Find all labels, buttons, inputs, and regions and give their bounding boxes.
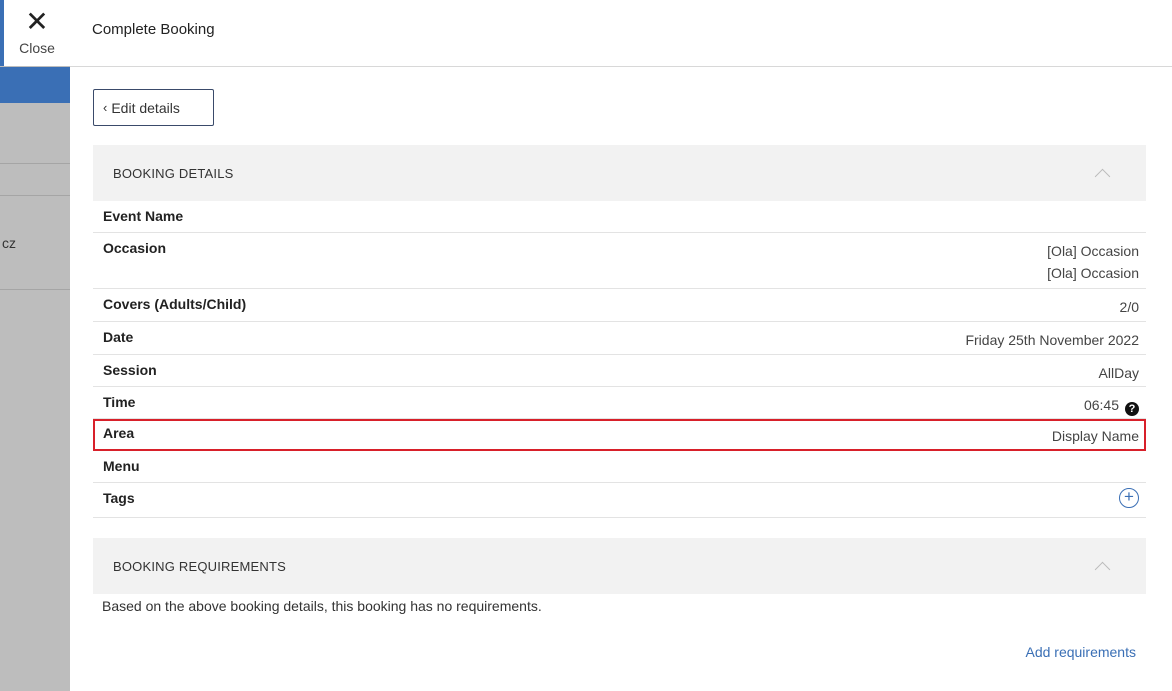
chevron-up-icon — [1094, 561, 1111, 577]
background-selected-row — [0, 67, 70, 103]
occasion-value-1: [Ola] Occasion — [1047, 243, 1139, 259]
detail-value: Display Name — [1051, 428, 1139, 444]
detail-value: 2/0 — [1119, 299, 1139, 315]
detail-row-covers: Covers (Adults/Child) 2/0 — [93, 289, 1146, 322]
background-divider — [0, 195, 70, 196]
detail-row-area: Area Display Name — [93, 419, 1146, 451]
detail-row-session: Session AllDay — [93, 355, 1146, 387]
add-requirements-link[interactable]: Add requirements — [1025, 644, 1136, 660]
detail-value: [Ola] Occasion [Ola] Occasion — [1047, 240, 1139, 284]
detail-label: Area — [103, 425, 135, 441]
background-divider — [0, 163, 70, 164]
detail-label: Covers (Adults/Child) — [103, 296, 247, 312]
booking-details-title: BOOKING DETAILS — [113, 165, 234, 181]
booking-panel: ‹ Edit details BOOKING DETAILS Event Nam… — [70, 67, 1172, 691]
add-tag-plus-icon[interactable]: + — [1119, 488, 1139, 508]
detail-value: Friday 25th November 2022 — [965, 332, 1139, 348]
detail-value: 06:45? — [1084, 394, 1139, 416]
background-text: cz — [2, 235, 16, 251]
time-value: 06:45 — [1083, 397, 1119, 413]
close-button[interactable]: ✕ Close — [0, 0, 70, 66]
detail-row-tags: Tags + — [93, 483, 1146, 518]
close-label: Close — [19, 40, 55, 56]
question-circle-icon[interactable]: ? — [1125, 402, 1139, 416]
occasion-value-2: [Ola] Occasion — [1047, 265, 1139, 281]
background-divider — [0, 289, 70, 290]
detail-row-time: Time 06:45? — [93, 387, 1146, 419]
detail-row-date: Date Friday 25th November 2022 — [93, 322, 1146, 355]
requirements-message: Based on the above booking details, this… — [102, 598, 542, 614]
detail-label: Tags — [103, 490, 135, 506]
dialog-title: Complete Booking — [92, 21, 215, 38]
detail-label: Time — [103, 394, 136, 410]
detail-row-event-name: Event Name — [93, 201, 1146, 233]
detail-label: Session — [103, 362, 157, 378]
chevron-up-icon — [1094, 168, 1111, 184]
chevron-left-icon: ‹ — [103, 100, 108, 115]
detail-label: Event Name — [103, 208, 184, 224]
detail-label: Date — [103, 329, 134, 345]
detail-row-menu: Menu — [93, 451, 1146, 483]
booking-requirements-header[interactable]: BOOKING REQUIREMENTS — [93, 538, 1146, 594]
detail-row-occasion: Occasion [Ola] Occasion [Ola] Occasion — [93, 233, 1146, 289]
booking-requirements-title: BOOKING REQUIREMENTS — [113, 558, 287, 574]
detail-value: AllDay — [1098, 365, 1139, 381]
booking-details-header[interactable]: BOOKING DETAILS — [93, 145, 1146, 201]
booking-details-list: Event Name Occasion [Ola] Occasion [Ola]… — [93, 201, 1146, 518]
background-panel: cz — [0, 0, 70, 691]
close-icon: ✕ — [25, 6, 49, 37]
edit-details-button[interactable]: ‹ Edit details — [93, 89, 214, 126]
dialog-header: Complete Booking — [70, 0, 1172, 67]
edit-details-label: Edit details — [111, 99, 180, 116]
detail-label: Occasion — [103, 240, 167, 256]
detail-label: Menu — [103, 458, 140, 474]
